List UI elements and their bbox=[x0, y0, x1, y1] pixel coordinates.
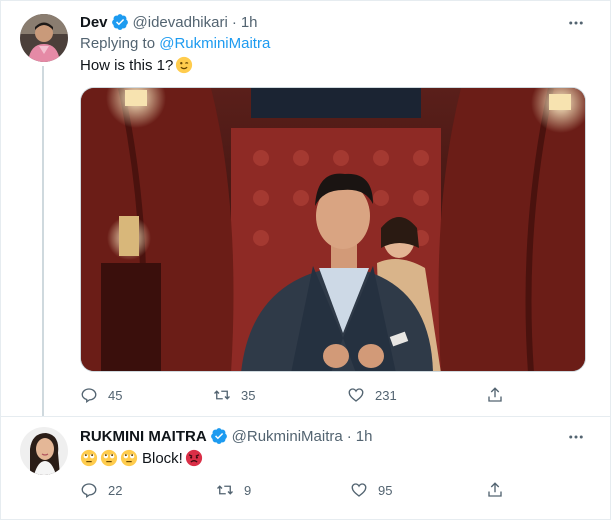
like-button[interactable]: 95 bbox=[350, 481, 392, 499]
verified-badge-icon bbox=[111, 13, 129, 31]
retweet-button[interactable]: 9 bbox=[216, 481, 251, 499]
retweet-button[interactable]: 35 bbox=[213, 386, 255, 404]
replying-to: Replying to @RukminiMaitra bbox=[80, 35, 270, 52]
share-button[interactable] bbox=[486, 481, 504, 499]
like-count: 95 bbox=[378, 482, 393, 498]
winking-face-icon bbox=[175, 56, 193, 74]
tweet-image[interactable] bbox=[80, 87, 586, 372]
tweet-header: RUKMINI MAITRA @RukminiMaitra · 1h bbox=[80, 426, 372, 446]
retweet-icon bbox=[217, 485, 233, 495]
angry-face-icon bbox=[185, 449, 203, 467]
rolling-eyes-icon bbox=[100, 449, 118, 467]
share-button[interactable] bbox=[486, 386, 504, 404]
verified-badge-icon bbox=[210, 427, 228, 445]
tweet-actions: 22 9 95 bbox=[80, 479, 510, 501]
tweet-text: How is this 1? bbox=[80, 56, 193, 74]
display-name[interactable]: Dev bbox=[80, 14, 108, 31]
user-handle[interactable]: @RukminiMaitra bbox=[232, 428, 343, 445]
replying-prefix: Replying to bbox=[80, 35, 160, 52]
separator-dot: · bbox=[346, 427, 352, 445]
retweet-count: 35 bbox=[241, 387, 256, 403]
rolling-eyes-icon bbox=[120, 449, 138, 467]
thread-line bbox=[42, 66, 44, 416]
tweet-header: Dev @idevadhikari · 1h bbox=[80, 12, 258, 32]
reply-button[interactable]: 45 bbox=[80, 386, 122, 404]
reply-count: 22 bbox=[108, 482, 123, 498]
reply-icon bbox=[81, 388, 97, 404]
avatar-rukmini[interactable] bbox=[20, 427, 68, 475]
like-count: 231 bbox=[375, 387, 397, 403]
share-icon bbox=[488, 387, 502, 402]
tweet-text-content: Block! bbox=[142, 449, 183, 467]
tweet-actions: 45 35 231 bbox=[80, 384, 510, 406]
heart-icon bbox=[351, 483, 367, 497]
more-icon[interactable] bbox=[566, 427, 586, 447]
heart-icon bbox=[348, 388, 364, 402]
display-name[interactable]: RUKMINI MAITRA bbox=[80, 428, 207, 445]
more-icon[interactable] bbox=[566, 13, 586, 33]
retweet-icon bbox=[214, 390, 230, 400]
rolling-eyes-icon bbox=[80, 449, 98, 467]
share-icon bbox=[488, 482, 502, 497]
retweet-count: 9 bbox=[244, 482, 252, 498]
tweet-text: Block! bbox=[80, 449, 203, 467]
separator-dot: · bbox=[231, 13, 237, 31]
tweet-text-content: How is this 1? bbox=[80, 56, 174, 74]
like-button[interactable]: 231 bbox=[347, 386, 397, 404]
reply-icon bbox=[81, 483, 97, 499]
reply-button[interactable]: 22 bbox=[80, 481, 122, 499]
reply-count: 45 bbox=[108, 387, 123, 403]
replying-to-link[interactable]: @RukminiMaitra bbox=[159, 35, 270, 52]
user-handle[interactable]: @idevadhikari bbox=[133, 14, 228, 31]
timestamp[interactable]: 1h bbox=[356, 428, 373, 445]
tweet-thread: Dev @idevadhikari · 1h Replying to @Rukm… bbox=[0, 0, 611, 520]
timestamp[interactable]: 1h bbox=[241, 14, 258, 31]
avatar-dev[interactable] bbox=[20, 14, 68, 62]
